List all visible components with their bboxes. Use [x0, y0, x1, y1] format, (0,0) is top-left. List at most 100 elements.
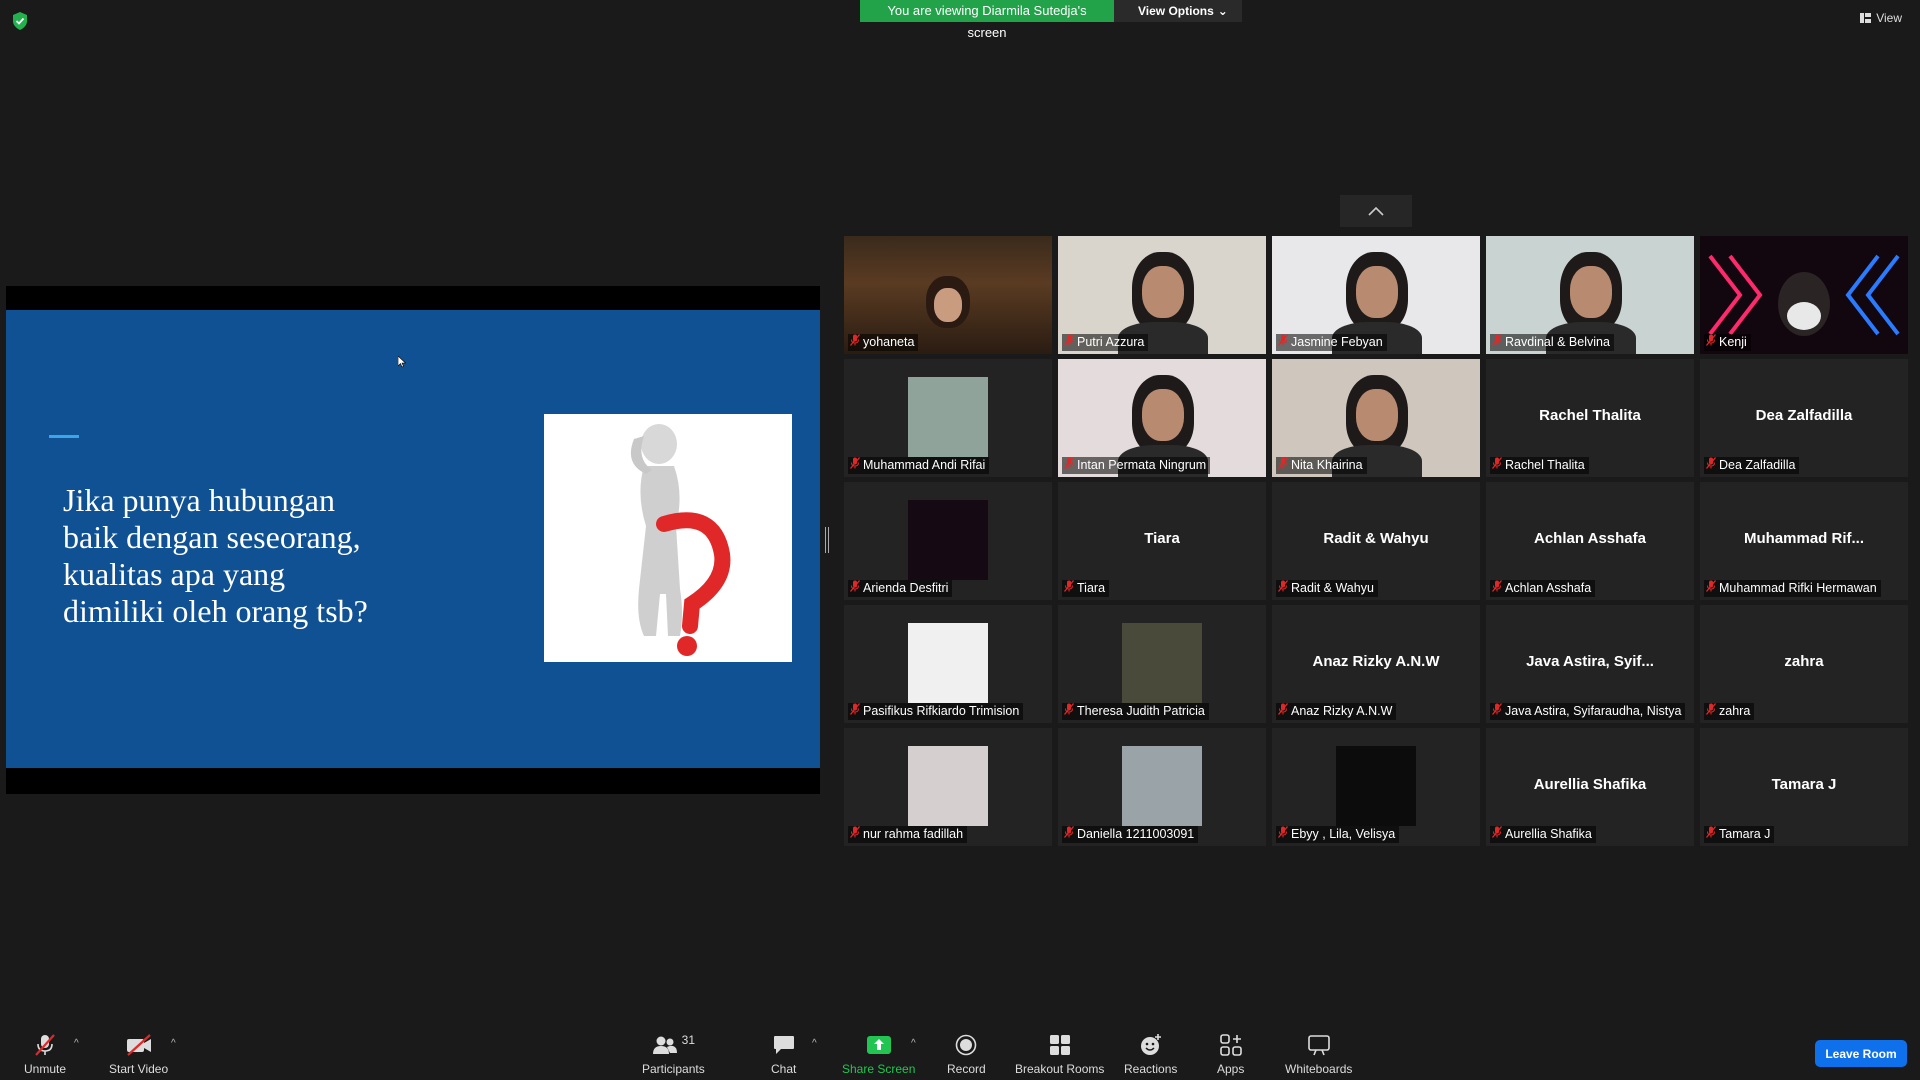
record-icon	[956, 1034, 977, 1056]
participant-tile[interactable]: Putri Azzura	[1058, 236, 1266, 354]
participant-tile[interactable]: Intan Permata Ningrum	[1058, 359, 1266, 477]
start-video-button[interactable]: Start Video	[109, 1032, 168, 1076]
participants-button[interactable]: 31 Participants	[642, 1032, 705, 1076]
participant-name: Theresa Judith Patricia	[1077, 704, 1205, 718]
video-options-caret-icon[interactable]: ^	[171, 1038, 176, 1049]
participant-name-label: yohaneta	[848, 334, 919, 351]
participant-display-name: Tiara	[1144, 530, 1180, 547]
participant-name: nur rahma fadillah	[863, 827, 964, 841]
participant-name-label: nur rahma fadillah	[848, 826, 968, 843]
participant-tile[interactable]: Arienda Desfitri	[844, 482, 1052, 600]
participant-tile[interactable]: Muhammad Andi Rifai	[844, 359, 1052, 477]
participant-name-label: Java Astira, Syifaraudha, Nistya	[1490, 703, 1686, 720]
participant-display-name: zahra	[1784, 653, 1824, 670]
participants-count: 31	[681, 1033, 696, 1047]
whiteboard-icon	[1307, 1035, 1330, 1056]
participant-tile[interactable]: Muhammad Rif... Muhammad Rifki Hermawan	[1700, 482, 1908, 600]
participant-tile[interactable]: Ebyy , Lila, Velisya	[1272, 728, 1480, 846]
muted-mic-icon	[1277, 334, 1289, 351]
participant-display-name: Radit & Wahyu	[1323, 530, 1429, 547]
start-video-label: Start Video	[109, 1062, 169, 1076]
muted-mic-icon	[1705, 457, 1717, 474]
muted-mic-icon	[1491, 457, 1503, 474]
meeting-toolbar: Unmute ^ Start Video ^ 31 Participants C…	[0, 1026, 1920, 1080]
participant-tile[interactable]: Dea Zalfadilla Dea Zalfadilla	[1700, 359, 1908, 477]
participant-name-label: Tiara	[1062, 580, 1110, 597]
participant-tile[interactable]: Jasmine Febyan	[1272, 236, 1480, 354]
muted-mic-icon	[849, 826, 861, 843]
share-screen-button[interactable]: Share Screen	[842, 1032, 915, 1076]
participant-name: Ravdinal & Belvina	[1505, 335, 1610, 349]
participant-name-label: Theresa Judith Patricia	[1062, 703, 1209, 720]
participant-name-label: Ravdinal & Belvina	[1490, 334, 1614, 351]
record-button[interactable]: Record	[947, 1032, 986, 1076]
smiley-plus-icon	[1140, 1034, 1161, 1055]
view-options-button[interactable]: View Options ⌄	[1114, 0, 1242, 22]
grid-view-icon	[1860, 13, 1872, 23]
participant-name: Pasifikus Rifkiardo Trimision	[863, 704, 1020, 718]
unmute-label: Unmute	[24, 1062, 67, 1076]
apps-button[interactable]: Apps	[1217, 1032, 1244, 1076]
participant-name: Putri Azzura	[1077, 335, 1145, 349]
participant-name: Dea Zalfadilla	[1719, 458, 1796, 472]
participant-tile[interactable]: Aurellia Shafika Aurellia Shafika	[1486, 728, 1694, 846]
participant-name-label: Jasmine Febyan	[1276, 334, 1387, 351]
participant-name: Java Astira, Syifaraudha, Nistya	[1505, 704, 1682, 718]
collapse-gallery-button[interactable]	[1340, 195, 1412, 227]
participant-tile[interactable]: Pasifikus Rifkiardo Trimision	[844, 605, 1052, 723]
breakout-rooms-label: Breakout Rooms	[1015, 1062, 1105, 1076]
security-shield-icon[interactable]	[12, 12, 28, 30]
whiteboards-label: Whiteboards	[1285, 1062, 1353, 1076]
participant-name: zahra	[1719, 704, 1751, 718]
whiteboards-button[interactable]: Whiteboards	[1285, 1032, 1352, 1076]
participant-name: Jasmine Febyan	[1291, 335, 1383, 349]
unmute-button[interactable]: Unmute	[24, 1032, 66, 1076]
participant-tile[interactable]: Rachel Thalita Rachel Thalita	[1486, 359, 1694, 477]
muted-mic-icon	[1277, 826, 1289, 843]
screen-share-banner: You are viewing Diarmila Sutedja's scree…	[860, 0, 1242, 40]
participant-profile-picture	[908, 377, 988, 457]
participant-name-label: Kenji	[1704, 334, 1751, 351]
view-layout-button[interactable]: View	[1860, 11, 1902, 25]
participant-tile[interactable]: Ravdinal & Belvina	[1486, 236, 1694, 354]
participant-tile[interactable]: Nita Khairina	[1272, 359, 1480, 477]
participant-tile[interactable]: Tiara Tiara	[1058, 482, 1266, 600]
participant-tile[interactable]: Java Astira, Syif... Java Astira, Syifara…	[1486, 605, 1694, 723]
breakout-rooms-button[interactable]: Breakout Rooms	[1015, 1032, 1104, 1076]
muted-mic-icon	[1277, 457, 1289, 474]
participant-display-name: Java Astira, Syif...	[1526, 653, 1654, 670]
audio-options-caret-icon[interactable]: ^	[74, 1038, 79, 1049]
participant-profile-picture	[1122, 746, 1202, 826]
participant-name-label: Aurellia Shafika	[1490, 826, 1596, 843]
muted-mic-icon	[1063, 457, 1075, 474]
leave-room-button[interactable]: Leave Room	[1815, 1040, 1907, 1067]
participant-profile-picture	[1122, 623, 1202, 703]
breakout-rooms-icon	[1049, 1035, 1070, 1055]
participant-tile[interactable]: yohaneta	[844, 236, 1052, 354]
shared-screen[interactable]: Jika punya hubungan baik dengan seseoran…	[6, 286, 820, 794]
participant-tile[interactable]: Tamara J Tamara J	[1700, 728, 1908, 846]
participant-tile[interactable]: Radit & Wahyu Radit & Wahyu	[1272, 482, 1480, 600]
viewing-status-text: You are viewing Diarmila Sutedja's scree…	[860, 0, 1114, 40]
chat-button[interactable]: Chat	[771, 1032, 796, 1076]
panel-resize-handle[interactable]	[825, 527, 829, 553]
participant-tile[interactable]: nur rahma fadillah	[844, 728, 1052, 846]
participant-tile[interactable]: Daniella 1211003091	[1058, 728, 1266, 846]
participant-name-label: Muhammad Andi Rifai	[848, 457, 990, 474]
muted-mic-icon	[1705, 580, 1717, 597]
participant-name: Radit & Wahyu	[1291, 581, 1374, 595]
chat-options-caret-icon[interactable]: ^	[812, 1038, 817, 1049]
reactions-button[interactable]: Reactions	[1124, 1032, 1177, 1076]
participant-display-name: Dea Zalfadilla	[1755, 407, 1853, 424]
share-screen-label: Share Screen	[842, 1062, 916, 1076]
muted-mic-icon	[1491, 703, 1503, 720]
participant-name: Achlan Asshafa	[1505, 581, 1592, 595]
participant-tile[interactable]: Theresa Judith Patricia	[1058, 605, 1266, 723]
share-options-caret-icon[interactable]: ^	[911, 1038, 916, 1049]
participant-tile[interactable]: Anaz Rizky A.N.W Anaz Rizky A.N.W	[1272, 605, 1480, 723]
participant-tile[interactable]: Achlan Asshafa Achlan Asshafa	[1486, 482, 1694, 600]
participant-gallery: yohaneta Putri Azzura Jasmine Febyan Ravdin…	[844, 236, 1908, 846]
participant-tile[interactable]: zahra zahra	[1700, 605, 1908, 723]
participant-tile[interactable]: Kenji	[1700, 236, 1908, 354]
participants-label: Participants	[642, 1062, 705, 1076]
